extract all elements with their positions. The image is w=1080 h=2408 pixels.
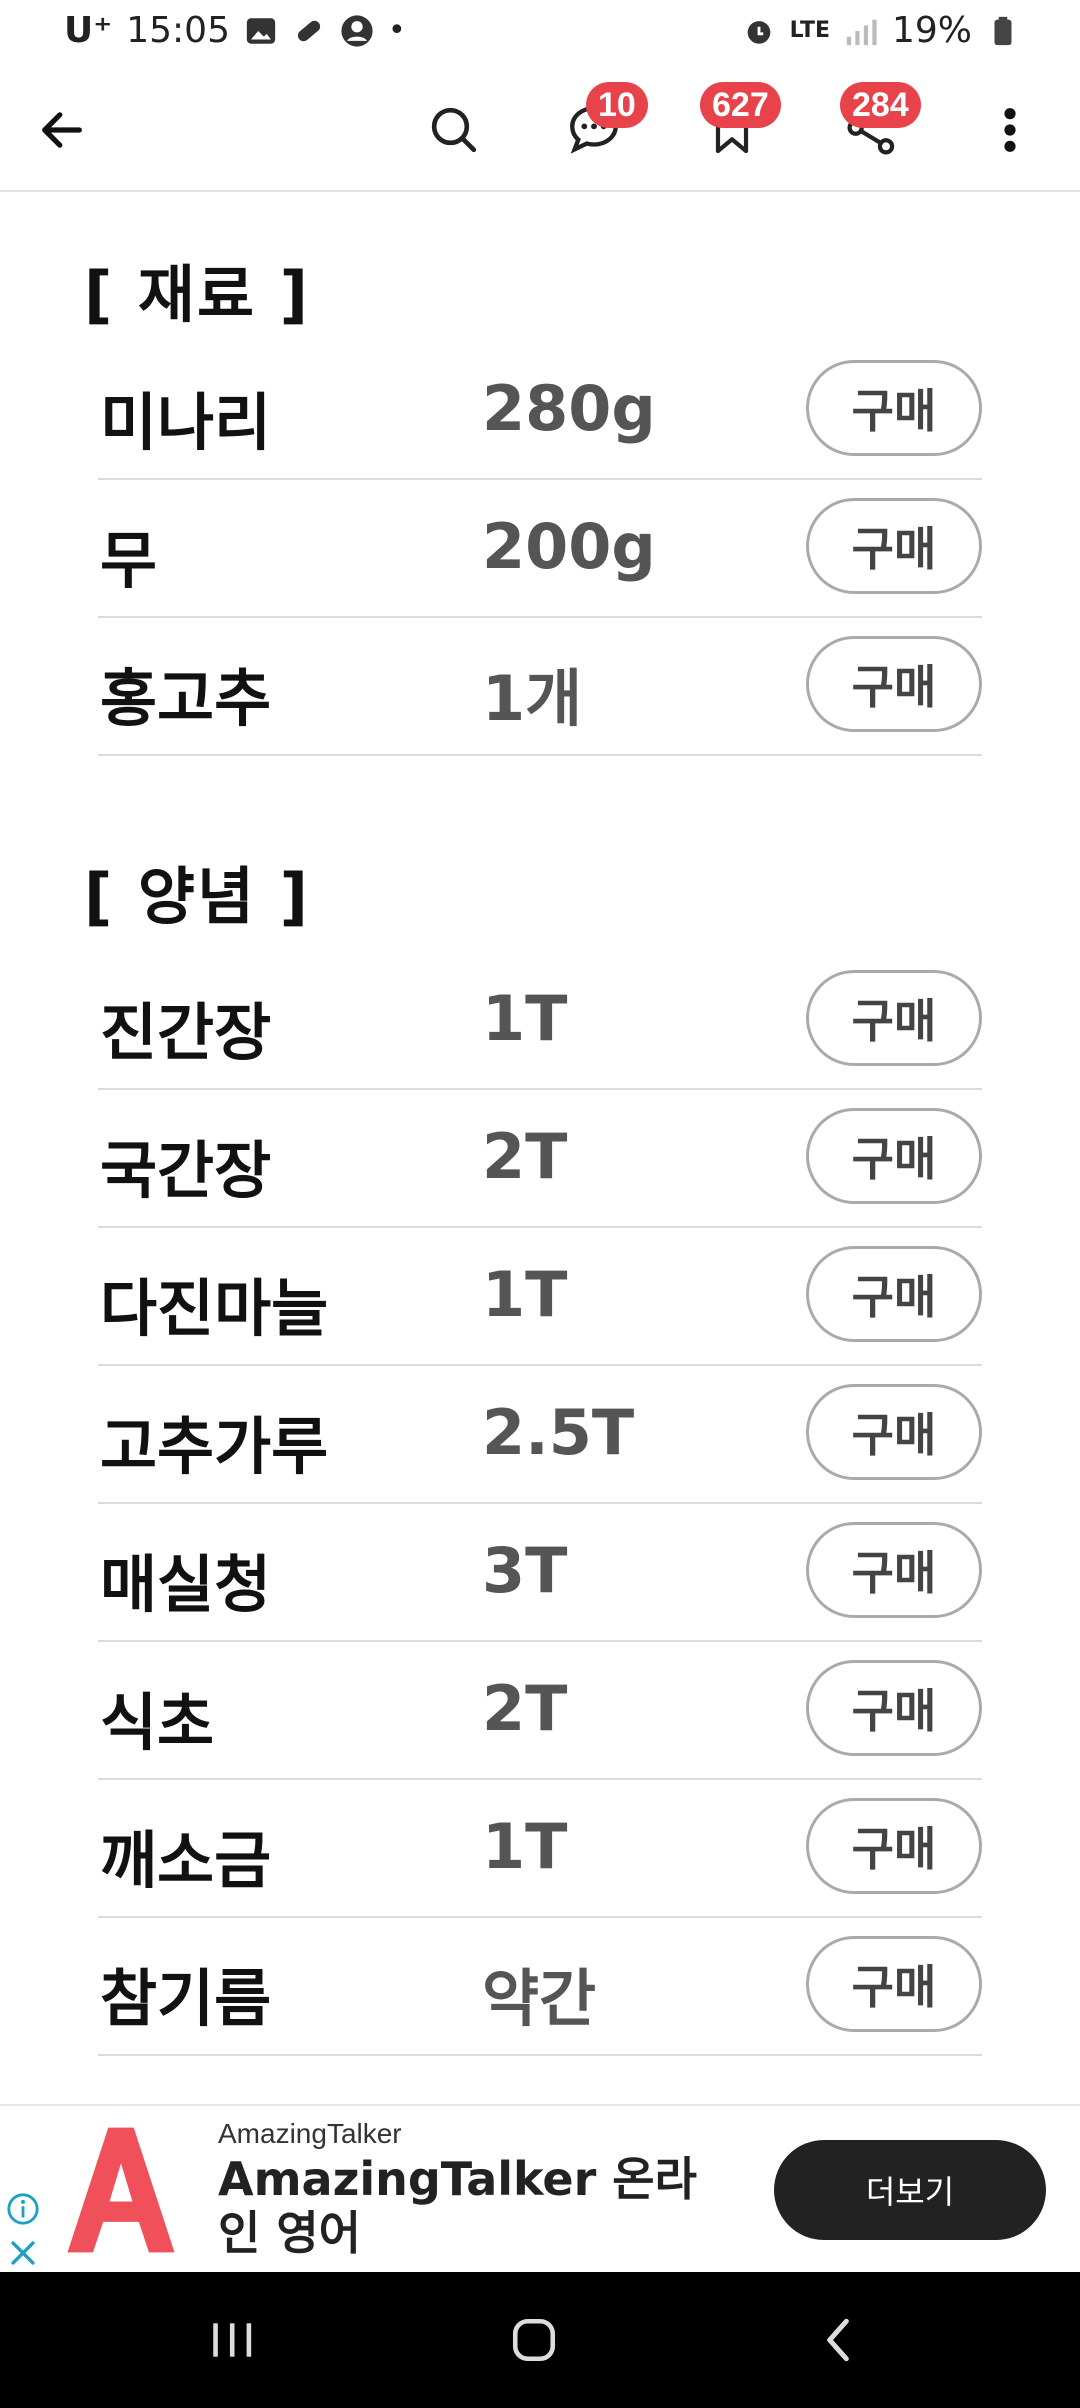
section-title-seasoning: [ 양념 ] bbox=[84, 860, 310, 933]
ingredient-name: 식초 bbox=[100, 1686, 215, 1759]
recent-apps-icon bbox=[213, 2323, 252, 2357]
system-nav-bar bbox=[0, 2272, 1080, 2408]
app-bar: 10 627 284 bbox=[0, 68, 1080, 192]
list-item: 무 200g 구매 bbox=[98, 480, 982, 618]
system-back-icon bbox=[827, 2318, 849, 2362]
battery-percent: 19% bbox=[891, 10, 972, 51]
bookmark-button[interactable]: 627 bbox=[692, 82, 781, 170]
buy-button[interactable]: 구매 bbox=[806, 636, 982, 732]
search-button[interactable] bbox=[414, 90, 494, 170]
buy-button[interactable]: 구매 bbox=[806, 1522, 982, 1618]
list-item: 참기름 약간 구매 bbox=[98, 1918, 982, 2056]
status-bar: U⁺ 15:05 • LTE 19% bbox=[0, 0, 1080, 68]
ingredient-name: 다진마늘 bbox=[100, 1272, 329, 1345]
ingredient-amount: 1T bbox=[482, 1258, 568, 1331]
ad-source: AmazingTalker bbox=[218, 2118, 402, 2149]
bookmark-count-badge: 627 bbox=[700, 82, 781, 128]
ingredient-name: 깨소금 bbox=[100, 1824, 272, 1897]
signal-icon bbox=[846, 19, 877, 45]
ad-title[interactable]: AmazingTalker 온라인 영어 bbox=[218, 2152, 718, 2260]
home-button[interactable] bbox=[494, 2308, 574, 2372]
list-item: 홍고추 1개 구매 bbox=[98, 618, 982, 756]
alarm-icon bbox=[747, 20, 770, 44]
share-count-badge: 284 bbox=[840, 82, 921, 128]
list-item: 깨소금 1T 구매 bbox=[98, 1780, 982, 1918]
ingredient-amount: 2T bbox=[482, 1672, 568, 1745]
ad-info-icon[interactable] bbox=[6, 2192, 40, 2226]
comment-count-badge: 10 bbox=[586, 82, 648, 128]
clock: 15:05 bbox=[126, 10, 230, 51]
list-item: 진간장 1T 구매 bbox=[98, 952, 982, 1090]
ingredient-amount: 약간 bbox=[482, 1962, 597, 2035]
list-item: 식초 2T 구매 bbox=[98, 1642, 982, 1780]
ingredient-amount: 1T bbox=[482, 1810, 568, 1883]
search-icon bbox=[431, 107, 477, 153]
buy-button[interactable]: 구매 bbox=[806, 1108, 982, 1204]
back-button[interactable] bbox=[22, 90, 102, 170]
more-options-button[interactable] bbox=[970, 90, 1050, 170]
amazingtalker-logo-icon bbox=[67, 2127, 175, 2253]
buy-button[interactable]: 구매 bbox=[806, 1936, 982, 2032]
ad-more-button[interactable]: 더보기 bbox=[774, 2140, 1046, 2240]
ingredient-name: 매실청 bbox=[100, 1548, 272, 1621]
ingredient-amount: 2.5T bbox=[482, 1396, 635, 1469]
ad-close-icon[interactable] bbox=[6, 2236, 40, 2270]
pill-icon bbox=[297, 20, 321, 41]
buy-button[interactable]: 구매 bbox=[806, 360, 982, 456]
ad-banner[interactable]: AmazingTalker AmazingTalker 온라인 영어 더보기 bbox=[0, 2104, 1080, 2274]
buy-button[interactable]: 구매 bbox=[806, 1246, 982, 1342]
ingredient-amount: 2T bbox=[482, 1120, 568, 1193]
back-arrow-icon bbox=[42, 112, 82, 148]
comment-button[interactable]: 10 bbox=[554, 82, 648, 170]
battery-icon bbox=[994, 16, 1012, 45]
buy-button[interactable]: 구매 bbox=[806, 498, 982, 594]
buy-button[interactable]: 구매 bbox=[806, 1798, 982, 1894]
list-item: 고추가루 2.5T 구매 bbox=[98, 1366, 982, 1504]
list-item: 국간장 2T 구매 bbox=[98, 1090, 982, 1228]
seasoning-list: 진간장 1T 구매 국간장 2T 구매 다진마늘 1T 구매 고추가루 2.5T… bbox=[98, 952, 982, 2056]
system-back-button[interactable] bbox=[798, 2308, 878, 2372]
list-item: 다진마늘 1T 구매 bbox=[98, 1228, 982, 1366]
account-icon bbox=[341, 14, 373, 47]
ingredient-amount: 280g bbox=[482, 372, 656, 445]
section-title-ingredients: [ 재료 ] bbox=[84, 258, 310, 331]
ingredient-name: 국간장 bbox=[100, 1134, 272, 1207]
ingredient-name: 미나리 bbox=[100, 386, 272, 459]
ingredient-name: 홍고추 bbox=[100, 662, 272, 735]
gallery-icon bbox=[246, 17, 276, 44]
more-vertical-icon bbox=[1004, 108, 1016, 152]
ingredients-list: 미나리 280g 구매 무 200g 구매 홍고추 1개 구매 bbox=[98, 342, 982, 756]
buy-button[interactable]: 구매 bbox=[806, 970, 982, 1066]
ingredient-name: 진간장 bbox=[100, 996, 272, 1069]
buy-button[interactable]: 구매 bbox=[806, 1384, 982, 1480]
list-item: 미나리 280g 구매 bbox=[98, 342, 982, 480]
notification-dot: • bbox=[387, 13, 406, 48]
home-icon bbox=[512, 2318, 556, 2362]
ingredient-amount: 200g bbox=[482, 510, 656, 583]
buy-button[interactable]: 구매 bbox=[806, 1660, 982, 1756]
share-button[interactable]: 284 bbox=[832, 82, 921, 170]
network-type: LTE bbox=[789, 18, 830, 43]
ingredient-name: 무 bbox=[100, 524, 158, 597]
ingredient-amount: 1T bbox=[482, 982, 568, 1055]
ingredient-amount: 1개 bbox=[482, 662, 583, 735]
ingredient-amount: 3T bbox=[482, 1534, 568, 1607]
ingredient-name: 고추가루 bbox=[100, 1410, 329, 1483]
recent-apps-button[interactable] bbox=[192, 2308, 272, 2372]
list-item: 매실청 3T 구매 bbox=[98, 1504, 982, 1642]
carrier-label: U⁺ bbox=[64, 10, 113, 51]
ingredient-name: 참기름 bbox=[100, 1962, 272, 2035]
